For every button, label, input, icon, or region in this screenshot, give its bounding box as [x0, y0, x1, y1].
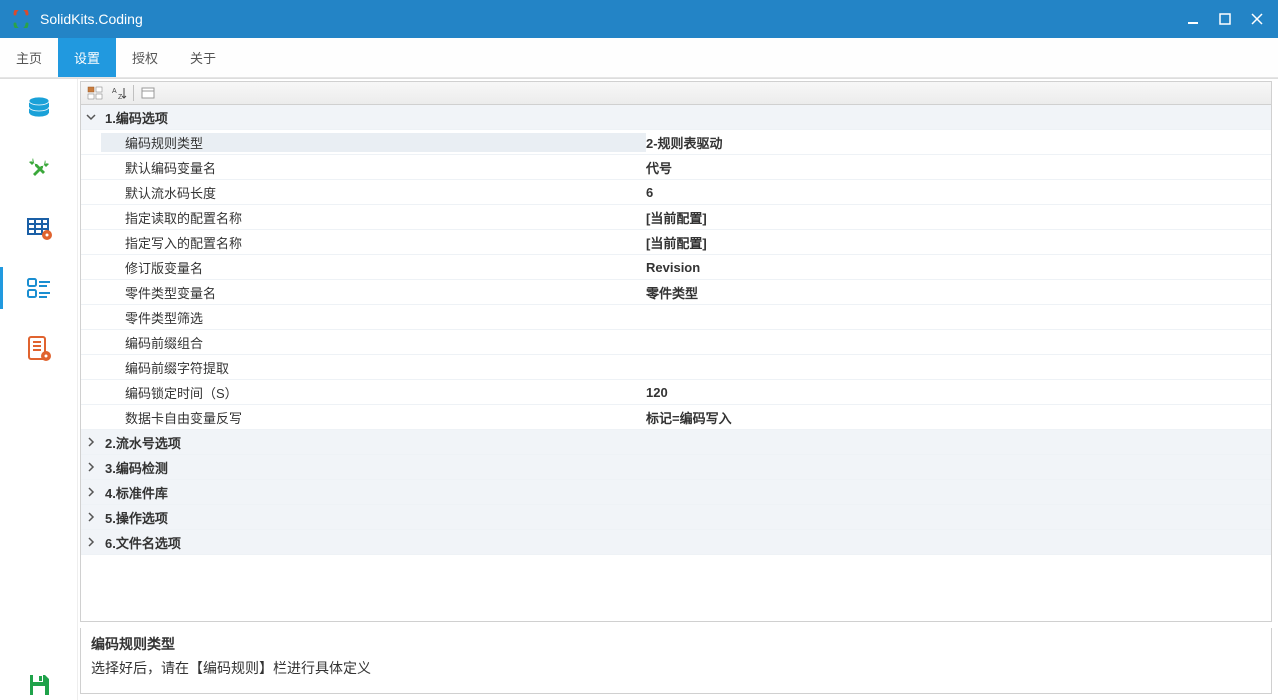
- propgrid-row[interactable]: 数据卡自由变量反写标记=编码写入: [81, 405, 1271, 430]
- description-panel: 编码规则类型 选择好后，请在【编码规则】栏进行具体定义: [80, 628, 1272, 694]
- categorized-view-button[interactable]: [85, 84, 105, 102]
- propgrid-category[interactable]: 1.编码选项: [81, 105, 1271, 130]
- toolbar-separator: [133, 85, 134, 101]
- tools-icon[interactable]: [24, 153, 54, 183]
- property-value[interactable]: 零件类型: [646, 283, 1271, 302]
- property-value[interactable]: 2-规则表驱动: [646, 133, 1271, 152]
- propgrid-row[interactable]: 指定写入的配置名称[当前配置]: [81, 230, 1271, 255]
- propgrid-category[interactable]: 5.操作选项: [81, 505, 1271, 530]
- app-logo-icon: [12, 10, 30, 28]
- property-value[interactable]: 代号: [646, 158, 1271, 177]
- property-grid[interactable]: 1.编码选项编码规则类型2-规则表驱动默认编码变量名代号默认流水码长度6指定读取…: [80, 105, 1272, 622]
- maximize-button[interactable]: [1216, 10, 1234, 28]
- menu-item-3[interactable]: 关于: [174, 38, 232, 77]
- propgrid-row[interactable]: 零件类型变量名零件类型: [81, 280, 1271, 305]
- propgrid-row[interactable]: 指定读取的配置名称[当前配置]: [81, 205, 1271, 230]
- window-controls: [1184, 10, 1266, 28]
- propgrid-row[interactable]: 默认流水码长度6: [81, 180, 1271, 205]
- database-icon[interactable]: [24, 93, 54, 123]
- property-label: 数据卡自由变量反写: [101, 408, 646, 427]
- property-pages-button[interactable]: [138, 84, 158, 102]
- property-value[interactable]: 标记=编码写入: [646, 408, 1271, 427]
- category-label: 5.操作选项: [101, 508, 646, 527]
- menubar: 主页设置授权关于: [0, 38, 1278, 78]
- propgrid-row[interactable]: 修订版变量名Revision: [81, 255, 1271, 280]
- category-label: 1.编码选项: [101, 108, 646, 127]
- svg-text:Z: Z: [118, 94, 123, 100]
- propgrid-category[interactable]: 3.编码检测: [81, 455, 1271, 480]
- propgrid-toolbar: AZ: [80, 81, 1272, 105]
- propgrid-category[interactable]: 6.文件名选项: [81, 530, 1271, 555]
- propgrid-row[interactable]: 编码前缀字符提取: [81, 355, 1271, 380]
- sidebar: [0, 79, 78, 700]
- chevron-right-icon[interactable]: [81, 512, 101, 522]
- description-body: 选择好后，请在【编码规则】栏进行具体定义: [91, 658, 1261, 678]
- chevron-right-icon[interactable]: [81, 437, 101, 447]
- propgrid-row[interactable]: 编码锁定时间（S）120: [81, 380, 1271, 405]
- property-label: 编码前缀字符提取: [101, 358, 646, 377]
- propgrid-category[interactable]: 4.标准件库: [81, 480, 1271, 505]
- property-label: 零件类型变量名: [101, 283, 646, 302]
- property-value[interactable]: 6: [646, 185, 1271, 200]
- chevron-right-icon[interactable]: [81, 487, 101, 497]
- property-label: 指定写入的配置名称: [101, 233, 646, 252]
- close-button[interactable]: [1248, 10, 1266, 28]
- property-label: 编码规则类型: [101, 133, 646, 152]
- table-gear-icon[interactable]: [24, 213, 54, 243]
- property-label: 零件类型筛选: [101, 308, 646, 327]
- propgrid-row[interactable]: 零件类型筛选: [81, 305, 1271, 330]
- property-label: 编码锁定时间（S）: [101, 383, 646, 402]
- category-label: 2.流水号选项: [101, 433, 646, 452]
- svg-text:A: A: [112, 88, 117, 95]
- save-icon[interactable]: [24, 670, 54, 700]
- category-label: 3.编码检测: [101, 458, 646, 477]
- property-label: 默认编码变量名: [101, 158, 646, 177]
- property-label: 默认流水码长度: [101, 183, 646, 202]
- description-title: 编码规则类型: [91, 634, 1261, 654]
- propgrid-row[interactable]: 默认编码变量名代号: [81, 155, 1271, 180]
- property-value[interactable]: [当前配置]: [646, 233, 1271, 252]
- property-label: 修订版变量名: [101, 258, 646, 277]
- list-gear-icon[interactable]: [24, 333, 54, 363]
- code-blocks-icon[interactable]: [24, 273, 54, 303]
- category-label: 6.文件名选项: [101, 533, 646, 552]
- category-label: 4.标准件库: [101, 483, 646, 502]
- window-title: SolidKits.Coding: [40, 11, 1184, 27]
- menu-item-0[interactable]: 主页: [0, 38, 58, 77]
- content-area: AZ 1.编码选项编码规则类型2-规则表驱动默认编码变量名代号默认流水码长度6指…: [0, 78, 1278, 700]
- propgrid-category[interactable]: 2.流水号选项: [81, 430, 1271, 455]
- chevron-down-icon[interactable]: [81, 112, 101, 122]
- chevron-right-icon[interactable]: [81, 462, 101, 472]
- minimize-button[interactable]: [1184, 10, 1202, 28]
- menu-item-2[interactable]: 授权: [116, 38, 174, 77]
- property-value[interactable]: Revision: [646, 260, 1271, 275]
- property-value[interactable]: [当前配置]: [646, 208, 1271, 227]
- alphabetical-view-button[interactable]: AZ: [109, 84, 129, 102]
- propgrid-row[interactable]: 编码前缀组合: [81, 330, 1271, 355]
- main-panel: AZ 1.编码选项编码规则类型2-规则表驱动默认编码变量名代号默认流水码长度6指…: [78, 79, 1278, 700]
- menu-item-1[interactable]: 设置: [58, 38, 116, 77]
- property-value[interactable]: 120: [646, 385, 1271, 400]
- propgrid-row[interactable]: 编码规则类型2-规则表驱动: [81, 130, 1271, 155]
- property-label: 指定读取的配置名称: [101, 208, 646, 227]
- property-label: 编码前缀组合: [101, 333, 646, 352]
- chevron-right-icon[interactable]: [81, 537, 101, 547]
- titlebar: SolidKits.Coding: [0, 0, 1278, 38]
